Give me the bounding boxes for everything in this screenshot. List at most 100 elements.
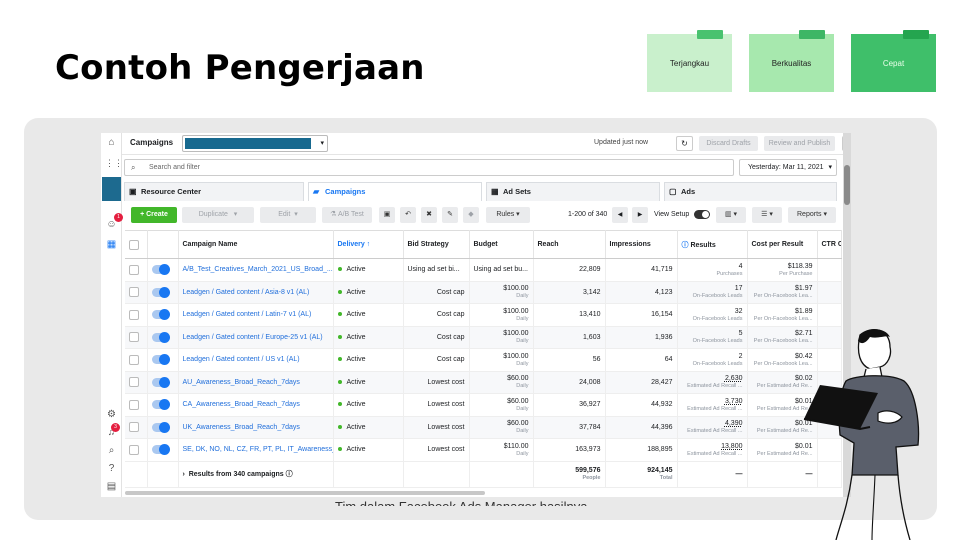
campaign-name-cell[interactable]: UK_Awareness_Broad_Reach_7days bbox=[178, 416, 334, 439]
row-checkbox[interactable] bbox=[129, 354, 139, 365]
budget-cell[interactable]: Using ad set bu... bbox=[469, 258, 534, 282]
campaign-toggle[interactable] bbox=[151, 421, 170, 433]
trash-icon[interactable]: ✖ bbox=[421, 207, 437, 223]
ab-test-button[interactable]: ⚗ A/B Test bbox=[322, 207, 372, 223]
campaign-name-link[interactable]: Leadgen / Gated content / Asia-8 v1 (AL) bbox=[183, 289, 310, 296]
bid-strategy-cell[interactable]: Cost cap bbox=[403, 303, 470, 327]
campaign-toggle[interactable] bbox=[151, 444, 170, 456]
table-icon[interactable]: ▦ bbox=[105, 239, 118, 251]
toggle-cell[interactable] bbox=[147, 348, 179, 372]
checkbox-cell[interactable] bbox=[125, 438, 148, 462]
row-checkbox[interactable] bbox=[129, 399, 139, 410]
budget-cell[interactable]: $100.00 Daily bbox=[469, 303, 534, 327]
col-reach[interactable]: Reach bbox=[533, 230, 606, 259]
budget-cell[interactable]: $110.00 Daily bbox=[469, 438, 534, 462]
tab-ad-sets[interactable]: ▦ Ad Sets bbox=[486, 182, 660, 201]
prev-page-icon[interactable]: ◀ bbox=[612, 207, 628, 223]
col-delivery[interactable]: Delivery ↑ bbox=[333, 230, 404, 259]
edit-button[interactable]: Edit ▾ bbox=[260, 207, 316, 223]
rules-button[interactable]: Rules ▾ bbox=[486, 207, 530, 223]
undo-icon[interactable]: ↶ bbox=[400, 207, 416, 223]
campaign-name-cell[interactable]: A/B_Test_Creatives_March_2021_US_Broad_.… bbox=[178, 258, 334, 282]
bid-strategy-cell[interactable]: Lowest cost bbox=[403, 416, 470, 439]
bid-strategy-cell[interactable]: Lowest cost bbox=[403, 371, 470, 394]
budget-cell[interactable]: $100.00 Daily bbox=[469, 326, 534, 349]
campaign-name-cell[interactable]: SE, DK, NO, NL, CZ, FR, PT, PL, IT_Aware… bbox=[178, 438, 334, 462]
bid-strategy-cell[interactable]: Lowest cost bbox=[403, 438, 470, 462]
col-ctr[interactable]: CTR Click Rate bbox=[817, 230, 842, 259]
campaign-name-cell[interactable]: Leadgen / Gated content / Europe-25 v1 (… bbox=[178, 326, 334, 349]
account-selector[interactable]: ▾ bbox=[182, 135, 328, 152]
help-icon[interactable]: ? bbox=[105, 463, 118, 475]
checkbox-cell[interactable] bbox=[125, 326, 148, 349]
row-checkbox[interactable] bbox=[129, 422, 139, 433]
campaign-name-link[interactable]: A/B_Test_Creatives_March_2021_US_Broad_.… bbox=[183, 266, 333, 273]
budget-cell[interactable]: $60.00 Daily bbox=[469, 393, 534, 417]
toggle-cell[interactable] bbox=[147, 371, 179, 394]
row-checkbox[interactable] bbox=[129, 377, 139, 388]
tab-resource-center[interactable]: ▣ Resource Center bbox=[124, 182, 304, 201]
toggle-cell[interactable] bbox=[147, 438, 179, 462]
horizontal-scrollbar[interactable] bbox=[125, 491, 485, 495]
campaign-name-cell[interactable]: CA_Awareness_Broad_Reach_7days bbox=[178, 393, 334, 417]
checkbox-cell[interactable] bbox=[125, 371, 148, 394]
checkbox-cell[interactable] bbox=[125, 281, 148, 304]
row-checkbox[interactable] bbox=[129, 444, 139, 455]
table-row[interactable]: Leadgen / Gated content / Europe-25 v1 (… bbox=[125, 326, 842, 349]
col-bid-strategy[interactable]: Bid Strategy bbox=[403, 230, 470, 259]
table-row[interactable]: Leadgen / Gated content / US v1 (AL) Acti… bbox=[125, 348, 842, 372]
breakdown-icon[interactable]: ☰ ▾ bbox=[752, 207, 782, 223]
columns-icon[interactable]: ▥ ▾ bbox=[716, 207, 746, 223]
budget-cell[interactable]: $100.00 Daily bbox=[469, 281, 534, 304]
toggle-cell[interactable] bbox=[147, 258, 179, 282]
table-row[interactable]: Leadgen / Gated content / Latin-7 v1 (AL… bbox=[125, 303, 842, 327]
campaign-toggle[interactable] bbox=[151, 331, 170, 343]
search-filter-bar[interactable]: ⌕ Search and filter bbox=[124, 159, 734, 176]
table-row[interactable]: Leadgen / Gated content / Asia-8 v1 (AL)… bbox=[125, 281, 842, 304]
grid-menu-icon[interactable]: ⋮⋮ bbox=[105, 157, 123, 169]
checkbox-cell[interactable] bbox=[125, 416, 148, 439]
campaign-name-cell[interactable]: Leadgen / Gated content / US v1 (AL) bbox=[178, 348, 334, 372]
table-row[interactable]: AU_Awareness_Broad_Reach_7days Active Lowe… bbox=[125, 371, 842, 394]
toggle-cell[interactable] bbox=[147, 393, 179, 417]
toggle-cell[interactable] bbox=[147, 416, 179, 439]
select-all-cell[interactable] bbox=[125, 230, 148, 259]
scrollbar-thumb[interactable] bbox=[844, 165, 850, 205]
bid-strategy-cell[interactable]: Cost cap bbox=[403, 326, 470, 349]
duplicate-button[interactable]: Duplicate ▾ bbox=[182, 207, 254, 223]
checkbox-cell[interactable] bbox=[125, 258, 148, 282]
row-checkbox[interactable] bbox=[129, 287, 139, 298]
row-checkbox[interactable] bbox=[129, 264, 139, 275]
campaign-toggle[interactable] bbox=[151, 309, 170, 321]
campaign-toggle[interactable] bbox=[151, 376, 170, 388]
tab-ads[interactable]: ▢ Ads bbox=[664, 182, 837, 201]
refresh-icon[interactable]: ↻ bbox=[676, 136, 693, 151]
campaign-name-link[interactable]: SE, DK, NO, NL, CZ, FR, PT, PL, IT_Aware… bbox=[183, 446, 333, 453]
checkbox-cell[interactable] bbox=[125, 348, 148, 372]
discard-drafts-button[interactable]: Discard Drafts bbox=[699, 136, 758, 151]
table-row[interactable]: UK_Awareness_Broad_Reach_7days Active Lowe… bbox=[125, 416, 842, 439]
budget-cell[interactable]: $60.00 Daily bbox=[469, 416, 534, 439]
view-setup-toggle[interactable] bbox=[694, 210, 710, 219]
campaign-toggle[interactable] bbox=[151, 264, 170, 276]
bid-strategy-cell[interactable]: Cost cap bbox=[403, 281, 470, 304]
next-page-icon[interactable]: ▶ bbox=[632, 207, 648, 223]
campaign-name-link[interactable]: AU_Awareness_Broad_Reach_7days bbox=[183, 379, 300, 386]
row-checkbox[interactable] bbox=[129, 309, 139, 320]
campaign-name-cell[interactable]: AU_Awareness_Broad_Reach_7days bbox=[178, 371, 334, 394]
col-impressions[interactable]: Impressions bbox=[605, 230, 678, 259]
campaign-toggle[interactable] bbox=[151, 286, 170, 298]
settings-icon[interactable]: ⚙ bbox=[105, 409, 118, 421]
search-icon[interactable]: ⌕ bbox=[105, 445, 118, 457]
budget-cell[interactable]: $100.00 Daily bbox=[469, 348, 534, 372]
account-avatar[interactable] bbox=[102, 177, 121, 201]
clipboard-icon[interactable]: ▣ bbox=[379, 207, 395, 223]
campaign-name-link[interactable]: Leadgen / Gated content / Europe-25 v1 (… bbox=[183, 334, 323, 341]
expand-icon[interactable]: › bbox=[183, 471, 185, 478]
tab-campaigns[interactable]: ▰ Campaigns bbox=[308, 182, 482, 201]
table-row[interactable]: A/B_Test_Creatives_March_2021_US_Broad_.… bbox=[125, 258, 842, 282]
tag-icon[interactable]: ◆ bbox=[463, 207, 479, 223]
campaign-name-link[interactable]: CA_Awareness_Broad_Reach_7days bbox=[183, 401, 300, 408]
panel-icon[interactable]: ▤ bbox=[105, 481, 118, 493]
col-cost-per-result[interactable]: Cost per Result bbox=[747, 230, 818, 259]
